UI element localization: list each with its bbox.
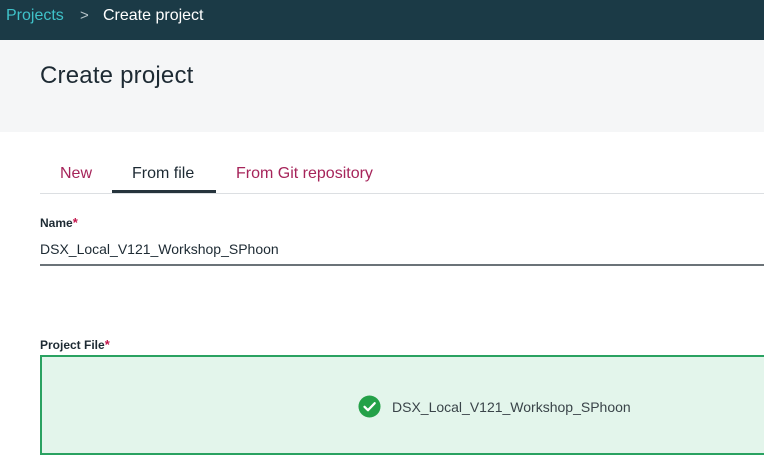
name-field-label: Name*: [40, 215, 78, 230]
tab-from-git-repository[interactable]: From Git repository: [236, 165, 373, 183]
page-title: Create project: [40, 62, 194, 89]
project-file-dropzone[interactable]: DSX_Local_V121_Workshop_SPhoon: [40, 355, 764, 455]
uploaded-file: DSX_Local_V121_Workshop_SPhoon: [358, 395, 631, 418]
required-marker: *: [104, 337, 110, 352]
top-navigation-bar: Projects > Create project: [0, 0, 764, 40]
name-label-text: Name: [40, 216, 73, 230]
check-circle-icon: [358, 395, 381, 418]
active-tab-indicator: [112, 190, 216, 193]
project-file-label: Project File*: [40, 337, 110, 352]
breadcrumb-current: Create project: [103, 7, 204, 24]
required-marker: *: [72, 215, 78, 230]
name-input[interactable]: [40, 233, 764, 266]
breadcrumb-projects-link[interactable]: Projects: [6, 7, 64, 25]
tab-from-file[interactable]: From file: [132, 165, 194, 183]
breadcrumb-separator-icon: >: [80, 7, 89, 24]
tab-new[interactable]: New: [60, 165, 92, 183]
project-file-label-text: Project File: [40, 338, 105, 352]
uploaded-file-name: DSX_Local_V121_Workshop_SPhoon: [392, 398, 631, 415]
tab-bar: New From file From Git repository: [40, 150, 764, 194]
page-header: Create project: [0, 40, 764, 132]
